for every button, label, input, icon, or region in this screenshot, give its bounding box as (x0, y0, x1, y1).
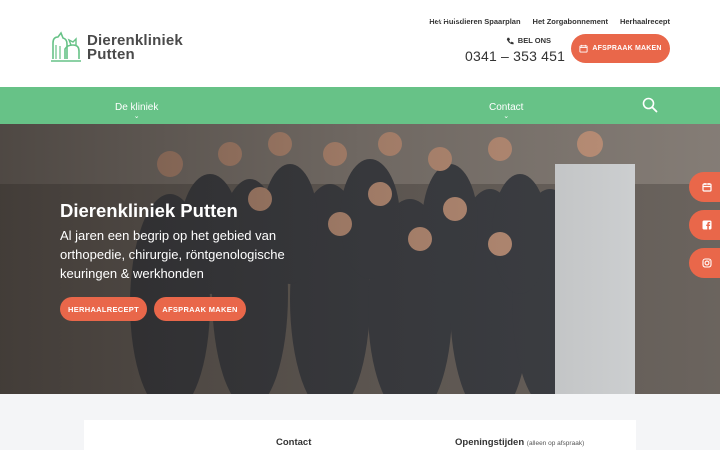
nav-label: Contact (489, 101, 524, 113)
search-icon[interactable] (642, 97, 658, 113)
appointment-button-header[interactable]: AFSPRAAK MAKEN (571, 34, 670, 63)
main-nav (0, 87, 720, 124)
facebook-icon (702, 220, 712, 230)
top-link-herhaalrecept[interactable]: Herhaalrecept (620, 17, 670, 26)
instagram-icon (702, 258, 712, 268)
nav-label: De kliniek (115, 101, 159, 113)
side-instagram-button[interactable] (689, 248, 720, 278)
nav-label: Afspraak maken (391, 13, 464, 24)
chevron-down-icon: ⌄ (503, 112, 510, 120)
hours-heading: Openingstijden (alleen op afspraak) (455, 437, 584, 448)
call-block[interactable]: BEL ONS 0341 – 353 451 (465, 36, 566, 64)
nav-home[interactable]: Home (62, 0, 89, 37)
nav-tarieven[interactable]: Tarieven (185, 0, 223, 37)
hero-subtitle: Al jaren een begrip op het gebied van or… (60, 228, 285, 281)
top-link-zorgabonnement[interactable]: Het Zorgabonnement (533, 17, 608, 26)
phone-number: 0341 – 353 451 (465, 48, 566, 64)
nav-label: Nieuws (333, 13, 366, 24)
hours-note: (alleen op afspraak) (526, 440, 585, 447)
hours-heading-text: Openingstijden (455, 437, 525, 448)
contact-heading: Contact (276, 437, 312, 448)
chevron-down-icon: ⌄ (133, 112, 140, 120)
nav-afspraak-maken[interactable]: Afspraak maken (391, 0, 463, 37)
phone-icon (506, 37, 514, 44)
logo-line2: Putten (87, 46, 135, 63)
logo-text: Dierenkliniek Putten (87, 33, 183, 63)
side-calendar-button[interactable] (689, 172, 720, 202)
nav-nieuws[interactable]: Nieuws (333, 0, 366, 37)
top-links: Het Huisdieren Spaarplan Het Zorgabonnem… (429, 17, 670, 26)
nav-label: Home (62, 13, 89, 24)
hero-title: Dierenkliniek Putten (60, 200, 238, 221)
call-label-text: BEL ONS (517, 36, 551, 45)
nav-label: Tarieven (185, 13, 223, 24)
appointment-button-label: AFSPRAAK MAKEN (592, 45, 662, 52)
calendar-icon (702, 183, 712, 192)
nav-label: Vakgebieden (248, 13, 306, 24)
calendar-icon (579, 44, 588, 53)
afspraak-maken-button[interactable]: AFSPRAAK MAKEN (154, 297, 246, 321)
call-label: BEL ONS (465, 36, 551, 45)
nav-vakgebieden[interactable]: Vakgebieden (248, 0, 306, 37)
herhaalrecept-button[interactable]: HERHAALRECEPT (60, 297, 147, 321)
side-facebook-button[interactable] (689, 210, 720, 240)
